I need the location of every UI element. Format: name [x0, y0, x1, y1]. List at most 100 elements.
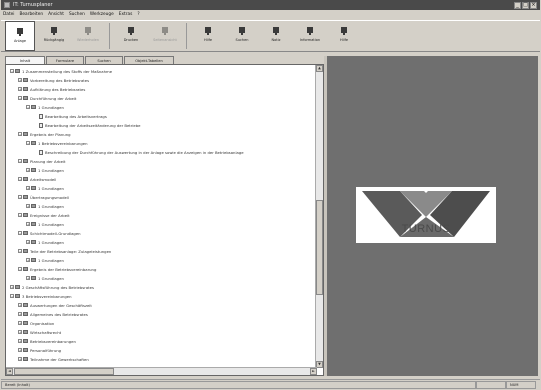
tree-node[interactable]: − Durchführung der Arbeit [18, 95, 76, 101]
tree-node-label: 2 Geschäftsführung des Betriebsrates [22, 284, 94, 290]
vertical-scrollbar[interactable]: ▲ ▼ [315, 65, 323, 368]
collapse-icon[interactable]: − [26, 141, 30, 145]
tree-node-label: 1 Grundlagen [38, 203, 64, 209]
toolbar-button-7[interactable]: Notiz [261, 21, 291, 51]
expand-icon[interactable]: + [18, 321, 22, 325]
tree-node[interactable]: + Wirtschaftsrecht [18, 329, 61, 335]
tree-node[interactable]: − Ergebnis der Planung [18, 131, 71, 137]
tree-node[interactable]: +1 Grundlagen [26, 203, 64, 209]
vertical-scroll-thumb[interactable] [316, 200, 323, 295]
expand-icon[interactable]: + [26, 276, 30, 280]
tree-node[interactable]: Beschreibung der Durchführung der Auswer… [34, 149, 244, 155]
toolbar-button-3[interactable]: Drucken [116, 21, 146, 51]
menu-item-4[interactable]: Werkzeuge [90, 12, 114, 17]
tree-node[interactable]: Bearbeitung des Arbeitsvertrags [34, 113, 107, 119]
menu-item-2[interactable]: Ansicht [48, 12, 64, 17]
tree-node[interactable]: + Allgemeines des Betriebsrates [18, 311, 88, 317]
scroll-down-icon[interactable]: ▼ [316, 361, 323, 368]
menu-item-6[interactable]: ? [137, 12, 139, 17]
collapse-icon[interactable]: − [18, 213, 22, 217]
expand-icon[interactable]: + [18, 87, 22, 91]
expand-icon[interactable]: + [18, 330, 22, 334]
tree-node[interactable]: + Auswertungen der Geschäftszeit [18, 302, 92, 308]
collapse-icon[interactable]: − [10, 69, 14, 73]
tree-node[interactable]: − Ereignisse der Arbeit [18, 212, 70, 218]
menu-item-5[interactable]: Extras [119, 12, 133, 17]
expand-icon[interactable]: + [26, 258, 30, 262]
tree-node[interactable]: + Betriebsvereinbarungen [18, 338, 76, 344]
tree-node[interactable]: − 1 Grundlagen [26, 104, 64, 110]
content-tree[interactable]: − 1 Zusammenstellung des Stoffs der Maßna… [6, 65, 317, 368]
tree-node[interactable]: − Ergebnis der Betriebsvereinbarung [18, 266, 96, 272]
tree-node[interactable]: +1 Grundlagen [26, 167, 64, 173]
tree-node[interactable]: Bearbeitung der Arbeitszeitänderung der … [34, 122, 140, 128]
expand-icon[interactable]: + [18, 303, 22, 307]
tab-2[interactable]: Suchen [85, 56, 123, 64]
tree-node[interactable]: − 1 Betriebsvereinbarungen [26, 140, 88, 146]
tree-node[interactable]: − 1 Zusammenstellung des Stoffs der Maßna… [10, 68, 112, 74]
expand-icon[interactable]: + [26, 186, 30, 190]
tree-node[interactable]: +1 Grundlagen [26, 221, 64, 227]
expand-icon[interactable]: + [26, 204, 30, 208]
expand-icon[interactable]: + [10, 285, 14, 289]
toolbar-button-1[interactable]: Rückgängig [39, 21, 69, 51]
folder-icon [15, 285, 20, 289]
tab-3[interactable]: Objekt-Tabellen [124, 56, 174, 64]
collapse-icon[interactable]: − [18, 195, 22, 199]
tree-node[interactable]: +1 Grundlagen [26, 257, 64, 263]
menu-item-1[interactable]: Bearbeiten [19, 12, 43, 17]
scroll-up-icon[interactable]: ▲ [316, 65, 323, 72]
tab-0[interactable]: Inhalt [5, 56, 45, 64]
tree-node[interactable]: + Aufklärung des Betriebsrates [18, 86, 85, 92]
tree-node[interactable]: +1 Grundlagen [26, 185, 64, 191]
collapse-icon[interactable]: − [18, 96, 22, 100]
expand-icon[interactable]: + [18, 357, 22, 361]
tree-node[interactable]: +1 Grundlagen [26, 275, 64, 281]
tree-node[interactable]: +1 Grundlagen [26, 239, 64, 245]
toolbar-button-6[interactable]: Suchen [227, 21, 257, 51]
expand-icon[interactable]: + [26, 240, 30, 244]
expand-icon[interactable]: + [18, 312, 22, 316]
close-icon[interactable]: × [530, 1, 537, 9]
tab-1[interactable]: Formulare [46, 56, 84, 64]
collapse-icon[interactable]: − [18, 249, 22, 253]
menu-item-0[interactable]: Datei [3, 12, 14, 17]
collapse-icon[interactable]: − [18, 267, 22, 271]
toolbar-button-2[interactable]: Wiederholen [73, 21, 103, 51]
tree-node[interactable]: − Planung der Arbeit [18, 158, 65, 164]
collapse-icon[interactable]: − [18, 231, 22, 235]
tree-node[interactable]: + Organisation [18, 320, 54, 326]
toolbar-button-9[interactable]: Hilfe [329, 21, 359, 51]
expand-icon[interactable]: + [26, 222, 30, 226]
tree-node-label: 1 Grundlagen [38, 167, 64, 173]
tree-node[interactable]: +2 Geschäftsführung des Betriebsrates [10, 284, 94, 290]
maximize-icon[interactable]: □ [522, 1, 529, 9]
toolbar-button-8[interactable]: Information [295, 21, 325, 51]
collapse-icon[interactable]: − [18, 177, 22, 181]
tree-node[interactable]: − Übertragungsmodell [18, 194, 69, 200]
toolbar-button-4[interactable]: Seitenansicht [150, 21, 180, 51]
scroll-right-icon[interactable]: ► [310, 368, 317, 375]
collapse-icon[interactable]: − [26, 105, 30, 109]
collapse-icon[interactable]: − [10, 294, 14, 298]
toolbar-button-5[interactable]: Hilfe [193, 21, 223, 51]
tree-node[interactable]: + Vorbereitung des Betriebsrates [18, 77, 89, 83]
tree-node[interactable]: − Schichtmodell-Grundlagen [18, 230, 81, 236]
minimize-icon[interactable]: _ [514, 1, 521, 9]
tree-node[interactable]: + Personalführung [18, 347, 61, 353]
menu-item-3[interactable]: Suchen [69, 12, 85, 17]
expand-icon[interactable]: + [18, 339, 22, 343]
scroll-left-icon[interactable]: ◄ [6, 368, 13, 375]
expand-icon[interactable]: + [18, 78, 22, 82]
tree-node[interactable]: − 3 Betriebsvereinbarungen [10, 293, 72, 299]
horizontal-scrollbar[interactable]: ◄ ► [6, 367, 317, 375]
toolbar-button-0[interactable]: Anlage [5, 21, 35, 51]
collapse-icon[interactable]: − [18, 159, 22, 163]
tree-node[interactable]: + Teilnahme der Gewerkschaften [18, 356, 89, 362]
tree-node[interactable]: − Teile der Betriebsanlage: Zulageleistun… [18, 248, 111, 254]
collapse-icon[interactable]: − [18, 132, 22, 136]
tree-node[interactable]: − Arbeitsmodell [18, 176, 56, 182]
expand-icon[interactable]: + [26, 168, 30, 172]
expand-icon[interactable]: + [18, 348, 22, 352]
horizontal-scroll-thumb[interactable] [14, 368, 114, 375]
